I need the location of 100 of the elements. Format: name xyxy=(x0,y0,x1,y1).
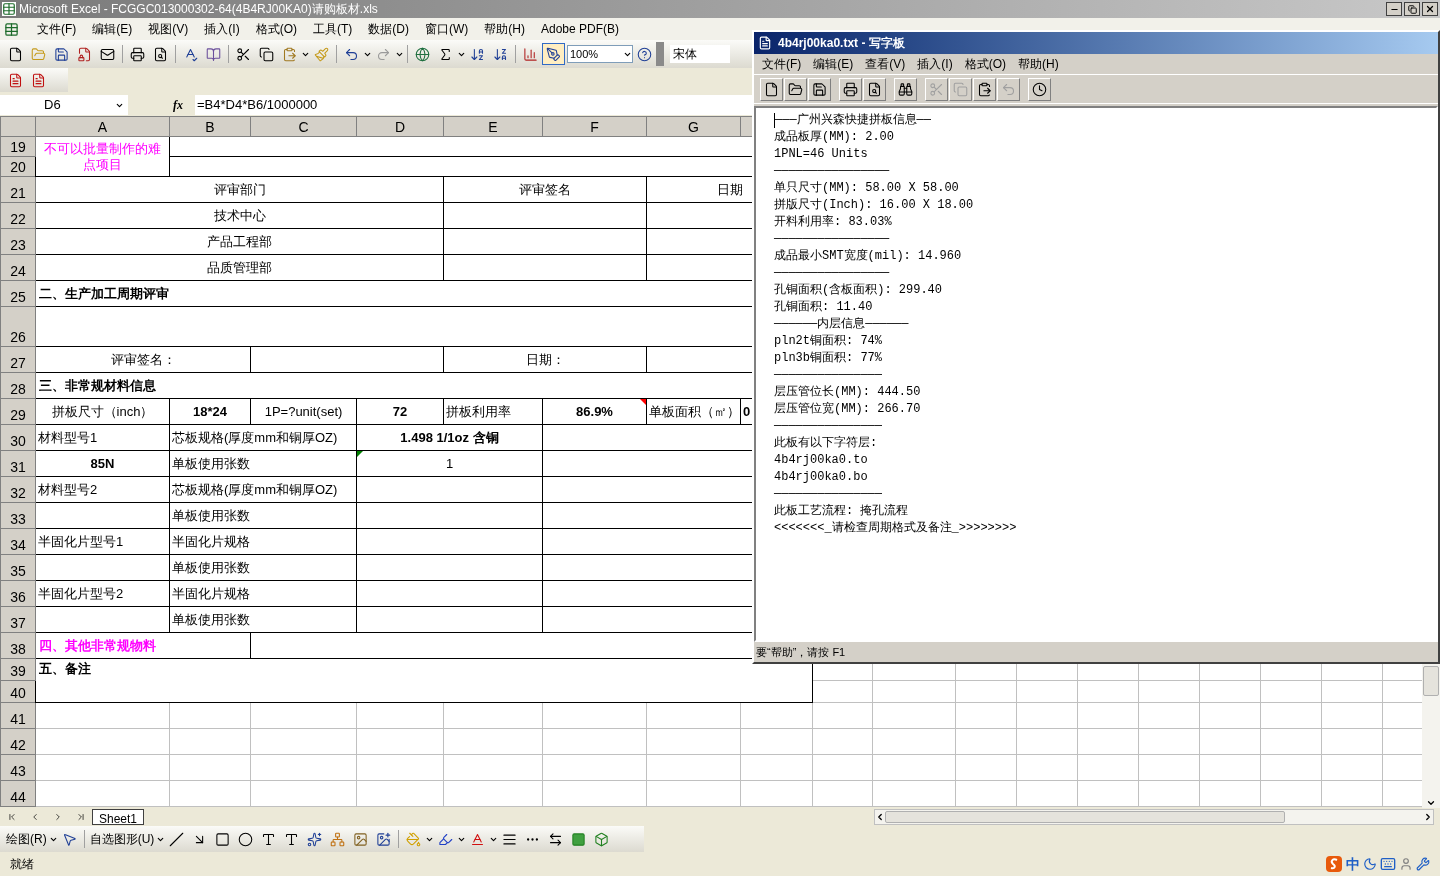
keyboard-icon[interactable] xyxy=(1380,856,1396,872)
row-header[interactable]: 24 xyxy=(0,254,36,281)
row-header[interactable]: 23 xyxy=(0,228,36,255)
row-header[interactable]: 33 xyxy=(0,502,36,529)
column-header[interactable]: B xyxy=(169,116,251,137)
column-header[interactable]: G xyxy=(646,116,741,137)
menu-item[interactable]: 查看(V) xyxy=(859,55,912,73)
column-header[interactable]: D xyxy=(356,116,444,137)
user-icon[interactable] xyxy=(1399,857,1413,871)
table-cell: 半固化片规格 xyxy=(172,585,250,601)
menu-item[interactable]: 格式(O) xyxy=(247,20,305,38)
menu-item[interactable]: 窗口(W) xyxy=(417,20,477,38)
row-header[interactable]: 40 xyxy=(0,680,36,703)
row-header[interactable]: 35 xyxy=(0,554,36,581)
row-header[interactable]: 42 xyxy=(0,728,36,755)
column-header[interactable]: F xyxy=(542,116,647,137)
row-header[interactable]: 31 xyxy=(0,450,36,477)
restore-icon xyxy=(1407,4,1417,14)
horizontal-scrollbar[interactable] xyxy=(874,809,1435,825)
row-header[interactable]: 39 xyxy=(0,658,36,681)
binoculars-icon[interactable] xyxy=(894,77,917,101)
row-header[interactable]: 22 xyxy=(0,202,36,229)
row-header[interactable]: 36 xyxy=(0,580,36,607)
scrollbar-thumb[interactable] xyxy=(885,811,1286,823)
sheet-tab[interactable]: Sheet1 xyxy=(92,809,145,825)
zoom-dropdown[interactable]: 100% xyxy=(567,45,633,63)
printer-icon[interactable] xyxy=(839,77,862,101)
function-label[interactable]: fx xyxy=(173,96,195,114)
open-folder-icon[interactable] xyxy=(784,77,807,101)
row-header[interactable]: 26 xyxy=(0,306,36,347)
status-text: 要“帮助”，请按 F1 xyxy=(756,644,846,660)
row-header[interactable]: 29 xyxy=(0,398,36,425)
document-text-area[interactable] xyxy=(754,106,1438,642)
row-header[interactable]: 38 xyxy=(0,632,36,659)
menu-item[interactable]: 视图(V) xyxy=(140,20,197,38)
text-line: ———————————————— xyxy=(774,231,890,248)
menu-item[interactable]: 插入(I) xyxy=(196,20,248,38)
menu-item[interactable]: 帮助(H) xyxy=(476,20,533,38)
row-header[interactable]: 43 xyxy=(0,754,36,781)
document-icon xyxy=(4,21,19,37)
row-header[interactable]: 37 xyxy=(0,606,36,633)
row-header[interactable]: 25 xyxy=(0,280,36,307)
text-line: 拼版尺寸(Inch): 16.00 X 18.00 xyxy=(774,197,974,214)
row-header[interactable]: 28 xyxy=(0,372,36,399)
menu-item[interactable]: 编辑(E) xyxy=(84,20,141,38)
text-line: 此板工艺流程: 掩孔流程 xyxy=(774,503,909,520)
draw-menu[interactable]: 绘图(R) xyxy=(4,830,49,848)
menu-item[interactable]: 帮助(H) xyxy=(1012,55,1065,73)
table-cell: 72 xyxy=(392,403,408,419)
section-heading: 五、备注 xyxy=(39,661,91,676)
text-line: pln3b铜面积: 77% xyxy=(774,350,882,367)
clipboard-icon[interactable] xyxy=(973,77,996,101)
wrench-icon[interactable] xyxy=(1416,857,1430,871)
text-line: 成品板厚(MM): 2.00 xyxy=(774,129,894,146)
row-header[interactable]: 34 xyxy=(0,528,36,555)
column-header[interactable]: C xyxy=(250,116,357,137)
name-box[interactable]: D6 xyxy=(0,95,128,115)
row-header[interactable]: 30 xyxy=(0,424,36,451)
row-header[interactable]: 41 xyxy=(0,702,36,729)
new-document-icon[interactable] xyxy=(760,77,783,101)
menu-item[interactable]: 文件(F) xyxy=(756,55,808,73)
text-line: 此板有以下字符层: xyxy=(774,435,878,452)
row-header[interactable]: 32 xyxy=(0,476,36,503)
close-icon xyxy=(1425,4,1435,14)
font-name-field[interactable]: 宋体 xyxy=(670,45,730,63)
row-header[interactable]: 21 xyxy=(0,176,36,203)
column-header[interactable]: E xyxy=(443,116,543,137)
row-header[interactable]: 27 xyxy=(0,346,36,373)
row-header[interactable]: 20 xyxy=(0,156,36,177)
table-cell: 品质管理部 xyxy=(207,259,272,275)
close-button[interactable] xyxy=(1422,2,1438,16)
text-line: 成品最小SMT宽度(mil): 14.960 xyxy=(774,248,962,265)
menu-item[interactable]: Adobe PDF(B) xyxy=(533,20,627,38)
restore-button[interactable] xyxy=(1404,2,1420,16)
moon-icon[interactable] xyxy=(1363,857,1377,871)
vertical-scrollbar[interactable] xyxy=(1422,664,1440,808)
text-line: pln2t铜面积: 74% xyxy=(774,333,882,350)
table-cell: 产品工程部 xyxy=(207,233,272,249)
status-text: 就绪 xyxy=(10,856,34,873)
menu-item[interactable]: 数据(D) xyxy=(360,20,417,38)
table-cell: 技术中心 xyxy=(213,207,266,223)
menu-item[interactable]: 工具(T) xyxy=(305,20,361,38)
autoshapes-menu[interactable]: 自选图形(U) xyxy=(87,830,157,848)
drawing-icon[interactable] xyxy=(542,43,565,65)
clock-icon[interactable] xyxy=(1028,77,1051,101)
table-cell-text: 不可以批量制作的难点项目 xyxy=(43,140,162,173)
menu-item[interactable]: 文件(F) xyxy=(29,20,85,38)
print-preview-icon[interactable] xyxy=(863,77,886,101)
scrollbar-thumb[interactable] xyxy=(1423,666,1439,696)
column-header[interactable]: A xyxy=(35,116,170,137)
ime-mode[interactable]: 中 xyxy=(1346,853,1360,875)
menu-item[interactable]: 插入(I) xyxy=(911,55,959,73)
scroll-down-icon[interactable] xyxy=(1426,798,1436,808)
table-cell: 单板面积（㎡） xyxy=(649,403,740,419)
row-header[interactable]: 19 xyxy=(0,136,36,157)
table-cell: 评审部门 xyxy=(213,181,266,197)
menu-item[interactable]: 格式(O) xyxy=(958,55,1012,73)
row-header[interactable]: 44 xyxy=(0,780,36,807)
menu-item[interactable]: 编辑(E) xyxy=(807,55,860,73)
minimize-button[interactable] xyxy=(1386,2,1402,16)
